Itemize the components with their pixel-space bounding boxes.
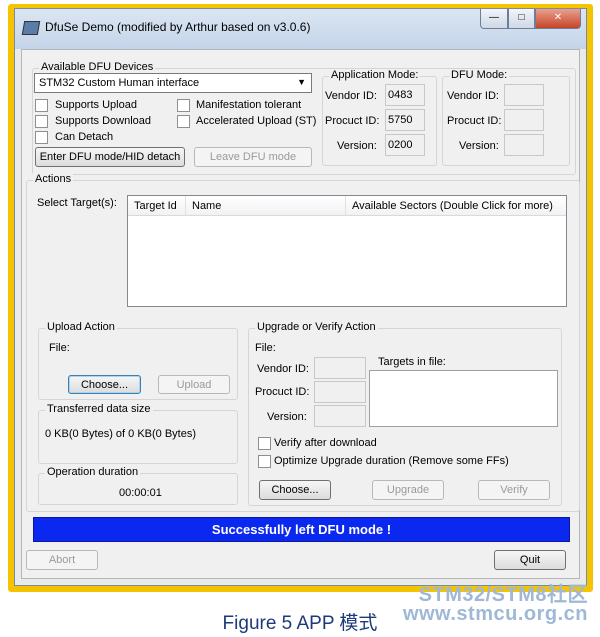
targets-list-header: Target Id Name Available Sectors (Double… <box>128 196 566 216</box>
minimize-button[interactable]: — <box>480 9 508 29</box>
device-select-value: STM32 Custom Human interface <box>39 77 200 89</box>
dfu-vendor-id-field <box>504 84 544 106</box>
operation-duration-label: Operation duration <box>45 466 141 478</box>
upgrade-choose-button[interactable]: Choose... <box>259 480 331 500</box>
leave-dfu-button[interactable]: Leave DFU mode <box>194 147 312 167</box>
select-targets-label: Select Target(s): <box>37 197 117 209</box>
app-product-id-label: Procuct ID: <box>325 115 380 127</box>
supports-upload-checkbox[interactable] <box>35 99 48 112</box>
maximize-button[interactable]: □ <box>508 9 535 29</box>
dfu-mode-label: DFU Mode: <box>449 69 510 81</box>
upgrade-product-id-label: Procuct ID: <box>255 386 310 398</box>
supports-download-checkbox[interactable] <box>35 115 48 128</box>
can-detach-label: Can Detach <box>55 131 114 143</box>
column-target-id[interactable]: Target Id <box>128 196 186 216</box>
targets-in-file-list[interactable] <box>369 370 558 427</box>
dfuse-window: DfuSe Demo (modified by Arthur based on … <box>14 8 587 586</box>
verify-after-download-checkbox[interactable] <box>258 437 271 450</box>
dfu-version-label: Version: <box>459 140 499 152</box>
upgrade-version-label: Version: <box>267 411 307 423</box>
verify-after-download-label: Verify after download <box>274 437 377 449</box>
upgrade-vendor-id-field <box>314 357 366 379</box>
supports-upload-label: Supports Upload <box>55 99 137 111</box>
accelerated-upload-checkbox[interactable] <box>177 115 190 128</box>
upgrade-verify-label: Upgrade or Verify Action <box>255 321 378 333</box>
app-version-field: 0200 <box>385 134 425 156</box>
actions-group-label: Actions <box>33 173 74 185</box>
optimize-upgrade-label: Optimize Upgrade duration (Remove some F… <box>274 455 509 467</box>
verify-button[interactable]: Verify <box>478 480 550 500</box>
upgrade-version-field <box>314 405 366 427</box>
upload-action-label: Upload Action <box>45 321 117 333</box>
quit-button[interactable]: Quit <box>494 550 566 570</box>
app-vendor-id-field: 0483 <box>385 84 425 106</box>
upgrade-file-label: File: <box>255 342 276 354</box>
supports-download-label: Supports Download <box>55 115 152 127</box>
dfu-product-id-field <box>504 109 544 131</box>
enter-dfu-button[interactable]: Enter DFU mode/HID detach <box>35 147 185 167</box>
dfu-vendor-id-label: Vendor ID: <box>447 90 499 102</box>
upgrade-vendor-id-label: Vendor ID: <box>257 363 309 375</box>
window-title: DfuSe Demo (modified by Arthur based on … <box>45 20 311 34</box>
targets-in-file-label: Targets in file: <box>378 356 446 368</box>
upload-button[interactable]: Upload <box>158 375 230 394</box>
client-area: Available DFU Devices STM32 Custom Human… <box>21 49 580 579</box>
device-select[interactable]: STM32 Custom Human interface ▼ <box>34 73 312 93</box>
optimize-upgrade-checkbox[interactable] <box>258 455 271 468</box>
close-button[interactable]: ✕ <box>535 9 581 29</box>
chevron-down-icon: ▼ <box>297 77 306 87</box>
transferred-group-label: Transferred data size <box>45 403 153 415</box>
manifestation-tolerant-label: Manifestation tolerant <box>196 99 302 111</box>
accelerated-upload-label: Accelerated Upload (ST) <box>196 115 317 127</box>
upload-choose-button[interactable]: Choose... <box>68 375 141 394</box>
app-version-label: Version: <box>337 140 377 152</box>
upgrade-product-id-field <box>314 381 366 403</box>
operation-duration-value: 00:00:01 <box>119 487 162 499</box>
abort-button[interactable]: Abort <box>26 550 98 570</box>
targets-list[interactable]: Target Id Name Available Sectors (Double… <box>127 195 567 307</box>
manifestation-tolerant-checkbox[interactable] <box>177 99 190 112</box>
devices-group-label: Available DFU Devices <box>39 61 156 73</box>
status-message-bar: Successfully left DFU mode ! <box>33 517 570 542</box>
dfu-product-id-label: Procuct ID: <box>447 115 502 127</box>
column-name[interactable]: Name <box>186 196 346 216</box>
upgrade-button[interactable]: Upgrade <box>372 480 444 500</box>
transferred-value: 0 KB(0 Bytes) of 0 KB(0 Bytes) <box>45 428 197 440</box>
app-vendor-id-label: Vendor ID: <box>325 90 377 102</box>
figure-caption: Figure 5 APP 模式 <box>222 613 378 634</box>
dfu-version-field <box>504 134 544 156</box>
upload-file-label: File: <box>49 342 70 354</box>
can-detach-checkbox[interactable] <box>35 131 48 144</box>
title-bar[interactable]: DfuSe Demo (modified by Arthur based on … <box>15 9 586 49</box>
application-mode-label: Application Mode: <box>329 69 421 81</box>
app-product-id-field: 5750 <box>385 109 425 131</box>
app-icon <box>21 21 41 35</box>
column-available-sectors[interactable]: Available Sectors (Double Click for more… <box>346 196 560 216</box>
